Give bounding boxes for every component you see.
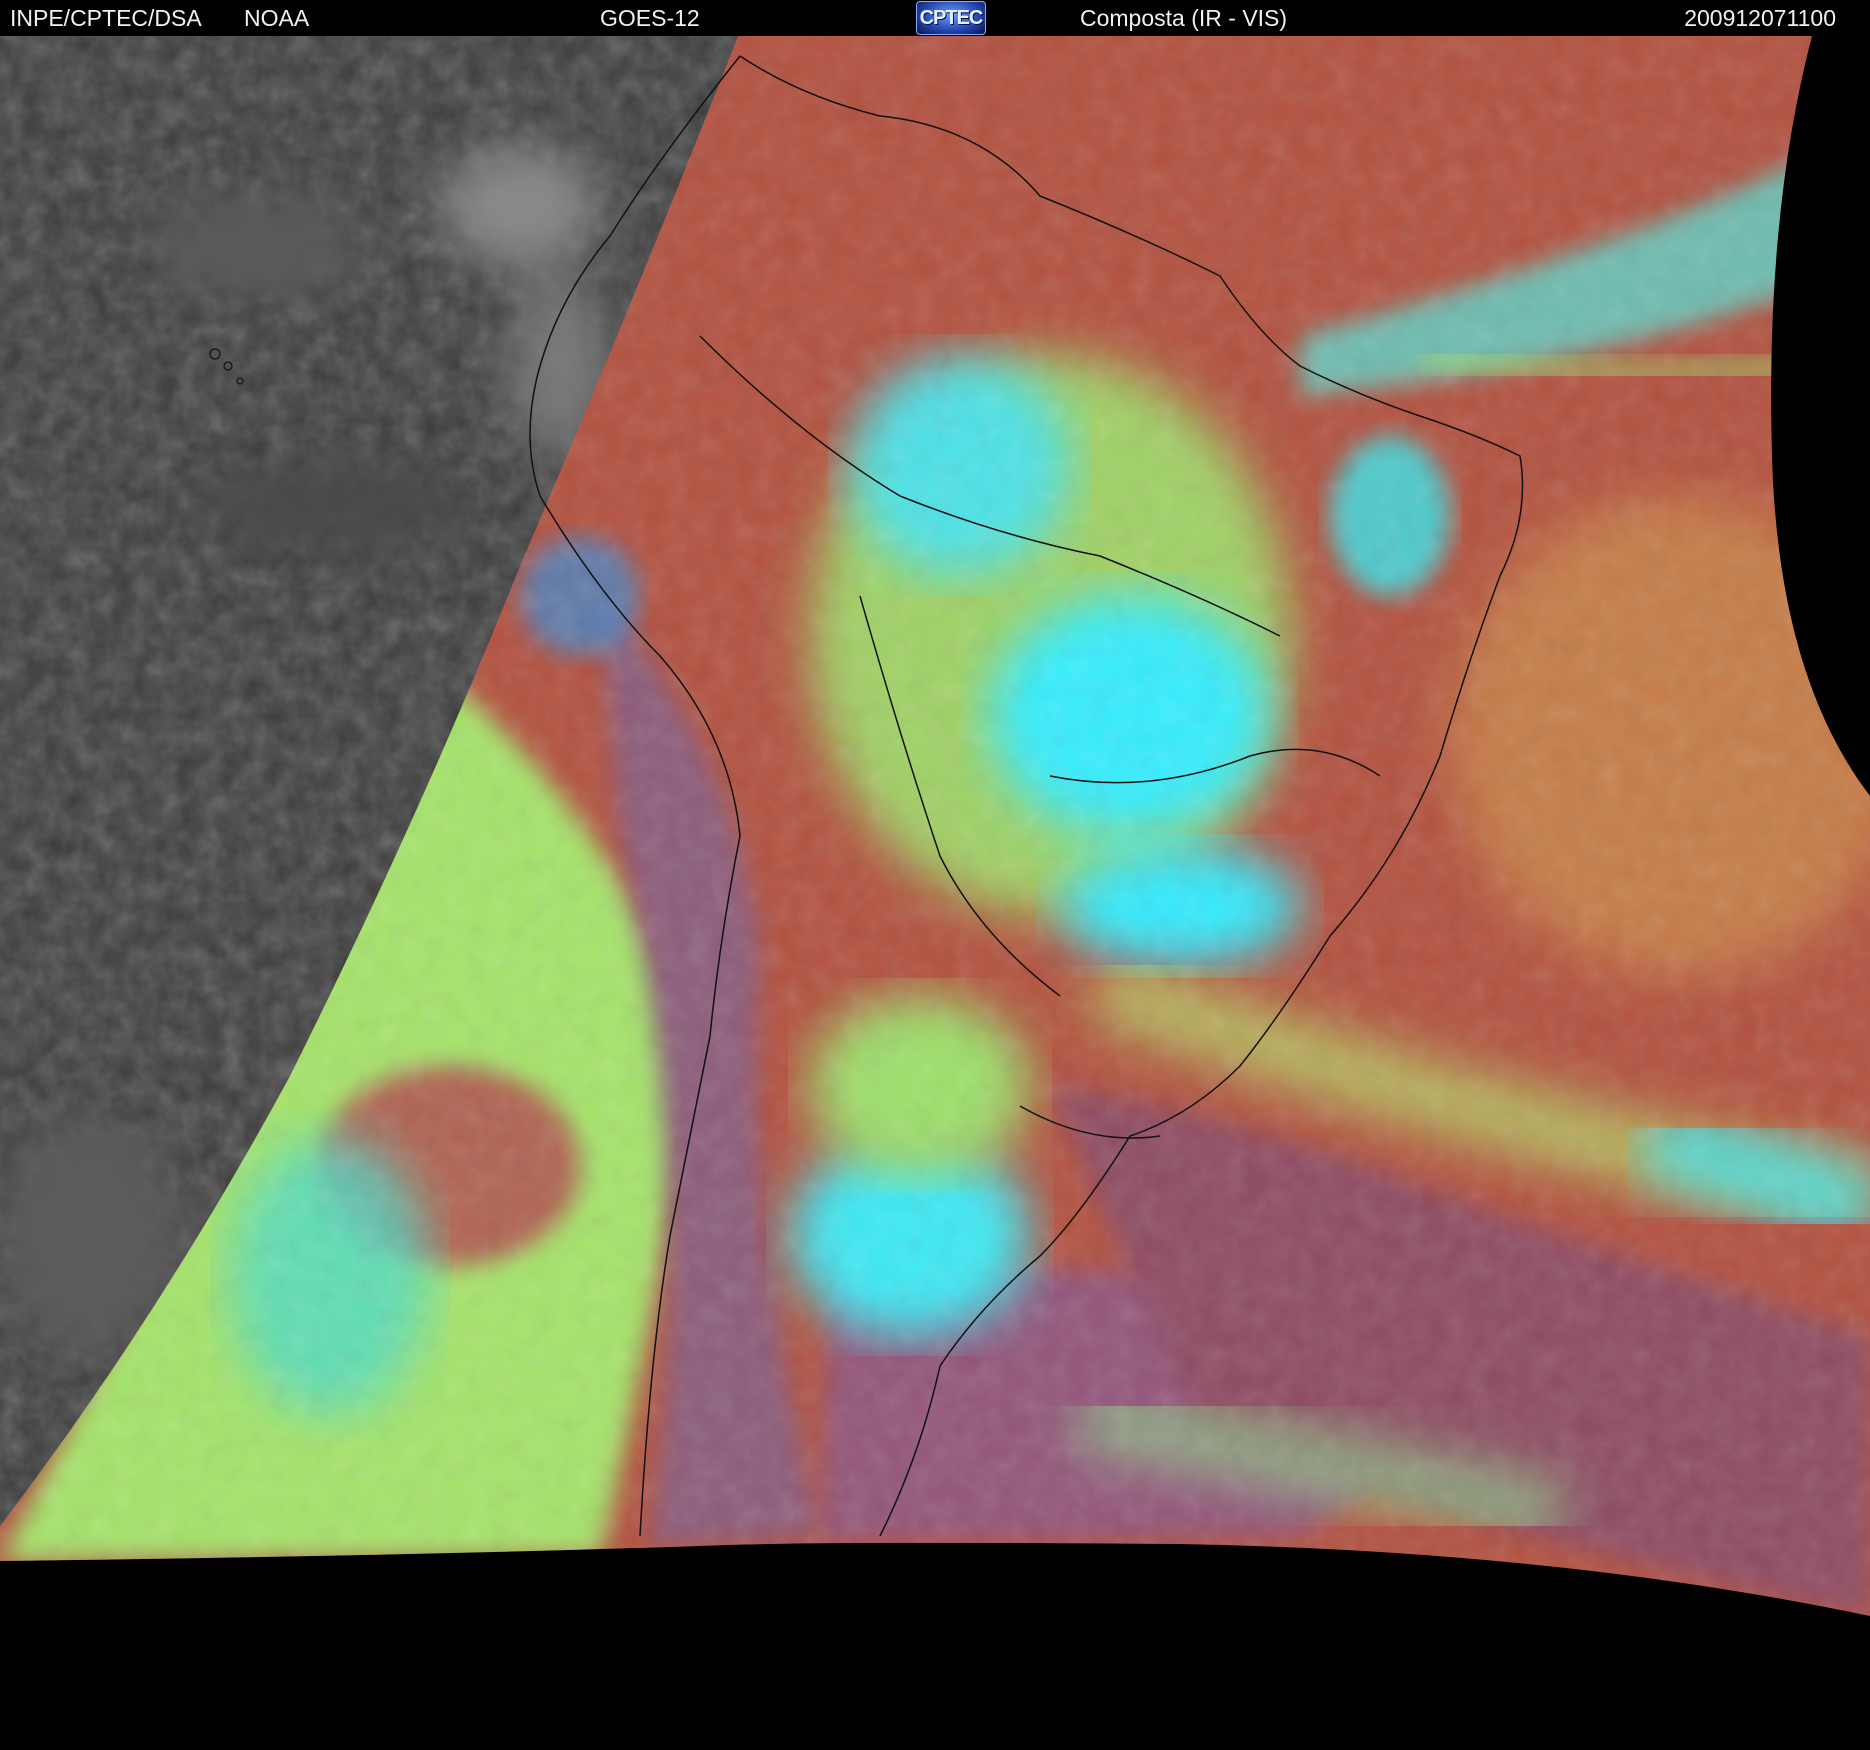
satellite-map: [0, 36, 1870, 1750]
header-bar: INPE/CPTEC/DSA NOAA GOES-12 CPTEC Compos…: [0, 0, 1870, 36]
timestamp-label: 200912071100: [1684, 5, 1836, 31]
logo-text: CPTEC: [919, 7, 984, 29]
satellite-image-page: INPE/CPTEC/DSA NOAA GOES-12 CPTEC Compos…: [0, 0, 1870, 1750]
product-label: Composta (IR - VIS): [1080, 5, 1288, 31]
organization-label: INPE/CPTEC/DSA: [10, 5, 202, 31]
agency-label: NOAA: [244, 5, 310, 31]
cptec-logo: CPTEC: [916, 1, 986, 35]
satellite-label: GOES-12: [600, 5, 700, 31]
